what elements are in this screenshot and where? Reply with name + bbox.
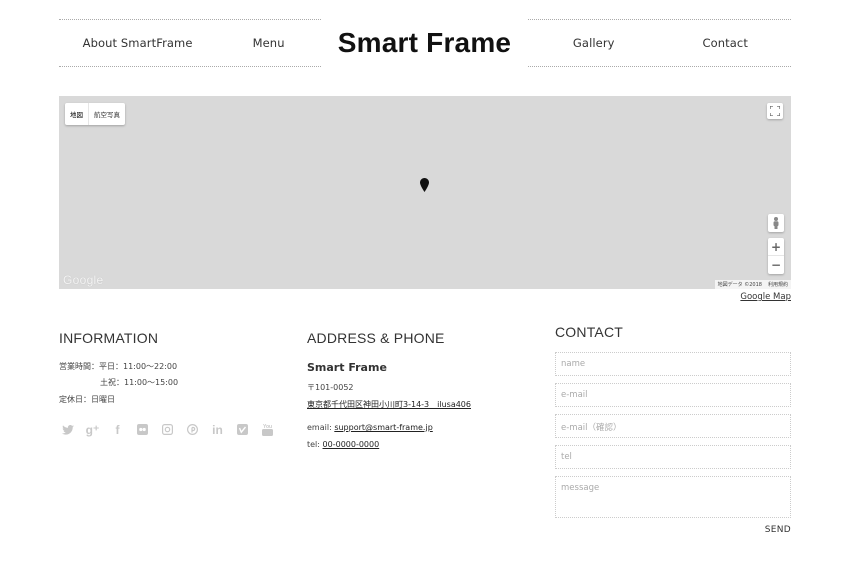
- fullscreen-button[interactable]: [767, 103, 783, 119]
- tel-link[interactable]: 00-0000-0000: [323, 440, 380, 449]
- tel-label: tel:: [307, 440, 320, 449]
- tel-field[interactable]: tel: [555, 445, 791, 469]
- flickr-icon[interactable]: [134, 421, 151, 438]
- nav-link-gallery[interactable]: Gallery: [528, 36, 660, 50]
- google-plus-icon[interactable]: g⁺: [84, 421, 101, 438]
- email-line: email: support@smart-frame.jp: [307, 423, 433, 433]
- send-button[interactable]: SEND: [765, 525, 791, 535]
- social-links: g⁺ f in You: [59, 421, 276, 438]
- facebook-icon[interactable]: f: [109, 421, 126, 438]
- street-address-link[interactable]: 東京都千代田区神田小川町3-14-3 ilusa406: [307, 400, 471, 410]
- postal-code: 〒101-0052: [307, 383, 354, 392]
- map-type-satellite-button[interactable]: 航空写真: [89, 103, 125, 125]
- pegman-icon: [773, 217, 779, 229]
- tel-line: tel: 00-0000-0000: [307, 440, 379, 450]
- google-map-link[interactable]: Google Map: [740, 292, 791, 302]
- email-field[interactable]: e-mail: [555, 383, 791, 407]
- nav-link-about[interactable]: About SmartFrame: [59, 36, 216, 50]
- address-title: ADDRESS & PHONE: [307, 330, 445, 346]
- map-attribution: 地図データ ©2018 利用規約: [714, 280, 791, 289]
- map-embed[interactable]: 地図 航空写真 + − Google 地図データ ©2018 利用規約: [59, 96, 791, 289]
- contact-title: CONTACT: [555, 324, 624, 340]
- zoom-out-button[interactable]: −: [768, 256, 784, 274]
- message-field[interactable]: message: [555, 476, 791, 518]
- map-data-credit: 地図データ ©2018: [717, 282, 762, 288]
- zoom-in-button[interactable]: +: [768, 238, 784, 256]
- nav-link-contact[interactable]: Contact: [660, 36, 792, 50]
- email-link[interactable]: support@smart-frame.jp: [334, 423, 432, 432]
- zoom-control: + −: [768, 238, 784, 274]
- hours-weekday: 営業時間：平日：11:00〜22:00: [59, 362, 178, 371]
- closed-day: 定休日：日曜日: [59, 395, 115, 404]
- name-field[interactable]: name: [555, 352, 791, 376]
- nav-left: About SmartFrame Menu: [59, 19, 321, 67]
- street-view-button[interactable]: [768, 214, 784, 232]
- youtube-icon[interactable]: You: [259, 421, 276, 438]
- information-title: INFORMATION: [59, 330, 159, 346]
- site-logo[interactable]: Smart Frame: [321, 27, 528, 59]
- linkedin-icon[interactable]: in: [209, 421, 226, 438]
- twitter-icon[interactable]: [59, 421, 76, 438]
- nav-right: Gallery Contact: [528, 19, 791, 67]
- google-logo: Google: [63, 273, 104, 287]
- map-type-control: 地図 航空写真: [65, 103, 125, 125]
- fullscreen-icon: [770, 106, 780, 116]
- map-terms-link[interactable]: 利用規約: [768, 281, 788, 288]
- pinterest-icon[interactable]: [184, 421, 201, 438]
- map-type-map-button[interactable]: 地図: [65, 103, 89, 125]
- email-confirm-field[interactable]: e-mail（確認）: [555, 414, 791, 438]
- company-name: Smart Frame: [307, 361, 387, 374]
- hours-holiday: 土祝：11:00〜15:00: [100, 378, 179, 387]
- nav-link-menu[interactable]: Menu: [216, 36, 321, 50]
- map-marker-icon[interactable]: [420, 178, 429, 192]
- instagram-icon[interactable]: [159, 421, 176, 438]
- email-label: email:: [307, 423, 332, 432]
- vimeo-icon[interactable]: [234, 421, 251, 438]
